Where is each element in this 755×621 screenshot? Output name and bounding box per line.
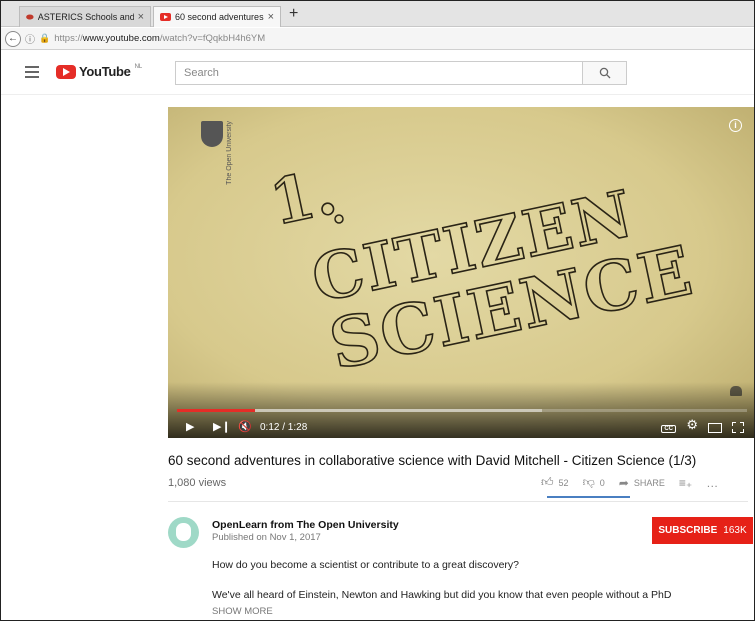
like-button[interactable]: 👍︎ 52 — [541, 475, 569, 490]
play-button[interactable]: ▶ — [186, 420, 194, 433]
search-icon — [599, 67, 610, 79]
subscribe-label: SUBSCRIBE — [658, 525, 718, 536]
description-line: We've all heard of Einstein, Newton and … — [212, 589, 672, 601]
ou-logo-text: The Open University — [226, 121, 233, 185]
browser-window: ⬬ ASTERICS Schools and men × 60 second a… — [0, 0, 755, 621]
channel-name[interactable]: OpenLearn from The Open University — [212, 519, 399, 531]
play-icon: ▶ — [186, 421, 195, 433]
info-icon[interactable]: ⓘ — [25, 31, 35, 46]
dislike-count: 0 — [599, 477, 605, 488]
open-university-logo: The Open University — [201, 121, 234, 185]
lock-icon[interactable]: 🔒 — [39, 33, 50, 44]
close-icon[interactable]: × — [138, 11, 144, 23]
video-player[interactable]: 1. CITIZEN SCIENCE The Open University i… — [168, 107, 754, 438]
thumbs-down-icon: 👎︎ — [582, 475, 595, 489]
more-actions-button[interactable]: … — [706, 476, 718, 490]
tab-strip: ⬬ ASTERICS Schools and men × 60 second a… — [1, 1, 754, 27]
close-icon[interactable]: × — [268, 11, 274, 23]
theater-icon — [708, 423, 722, 433]
country-code: NL — [134, 63, 143, 70]
share-icon: ➦ — [618, 475, 629, 490]
video-info-icon[interactable]: i — [729, 119, 742, 132]
playlist-add-icon: ≡₊ — [678, 475, 693, 490]
progress-played — [177, 409, 255, 412]
asterics-favicon-icon: ⬬ — [26, 11, 34, 22]
svg-text:1.: 1. — [264, 155, 342, 240]
video-actions: 👍︎ 52 👎︎ 0 ➦ SHARE ≡₊ … — [541, 475, 732, 490]
view-count: 1,080 views — [168, 477, 227, 489]
publish-date: Published on Nov 1, 2017 — [212, 532, 321, 543]
description-line: How do you become a scientist or contrib… — [212, 559, 519, 571]
sentiment-bar — [547, 496, 630, 498]
settings-button[interactable]: ⚙ — [686, 417, 698, 433]
search-button[interactable] — [583, 61, 627, 85]
share-button[interactable]: ➦ SHARE — [619, 476, 665, 490]
new-tab-button[interactable]: + — [289, 5, 298, 23]
subscribe-button[interactable]: SUBSCRIBE 163K — [652, 517, 753, 544]
url-field[interactable]: https://www.youtube.com/watch?v=fQqkbH4h… — [54, 33, 265, 44]
youtube-masthead: YouTube NL Search — [1, 51, 754, 95]
fullscreen-icon — [732, 422, 744, 433]
search-input[interactable]: Search — [175, 61, 583, 85]
progress-bar[interactable] — [177, 409, 747, 412]
tab-youtube[interactable]: 60 second adventures in coll × — [153, 6, 281, 27]
thumbs-up-icon: 👍︎ — [541, 475, 554, 489]
show-more-button[interactable]: SHOW MORE — [212, 606, 273, 617]
subscriber-count: 163K — [723, 525, 747, 536]
tab-title: 60 second adventures in coll — [175, 12, 264, 22]
more-icon: … — [706, 475, 719, 490]
muted-speaker-icon: 🔇 — [238, 421, 252, 433]
dislike-button[interactable]: 👎︎ 0 — [583, 475, 605, 490]
gear-icon: ⚙ — [686, 417, 698, 432]
address-bar: ← ⓘ 🔒 https://www.youtube.com/watch?v=fQ… — [1, 28, 754, 50]
tab-asterics[interactable]: ⬬ ASTERICS Schools and men × — [19, 6, 151, 27]
ou-shield-icon — [201, 121, 223, 147]
youtube-logo[interactable]: YouTube NL — [56, 64, 142, 79]
mute-button[interactable]: 🔇 — [238, 420, 252, 433]
tab-title: ASTERICS Schools and men — [37, 12, 134, 22]
next-button[interactable]: ▶❙ — [213, 420, 231, 433]
video-title: 60 second adventures in collaborative sc… — [168, 453, 697, 468]
channel-avatar[interactable] — [168, 517, 199, 548]
like-count: 52 — [558, 477, 569, 488]
youtube-wordmark: YouTube — [79, 64, 131, 79]
youtube-favicon-icon — [160, 13, 171, 21]
fullscreen-button[interactable] — [732, 422, 744, 433]
time-display: 0:12 / 1:28 — [260, 422, 308, 433]
back-button[interactable]: ← — [5, 30, 21, 47]
captions-icon: CC — [661, 425, 676, 433]
theater-mode-button[interactable] — [708, 423, 722, 433]
add-to-playlist-button[interactable]: ≡₊ — [679, 476, 692, 490]
menu-icon[interactable] — [25, 66, 39, 78]
share-label: SHARE — [633, 477, 665, 488]
next-icon: ▶❙ — [213, 421, 231, 433]
youtube-play-icon — [56, 64, 76, 79]
divider — [168, 501, 748, 502]
captions-button[interactable]: CC — [661, 425, 676, 433]
